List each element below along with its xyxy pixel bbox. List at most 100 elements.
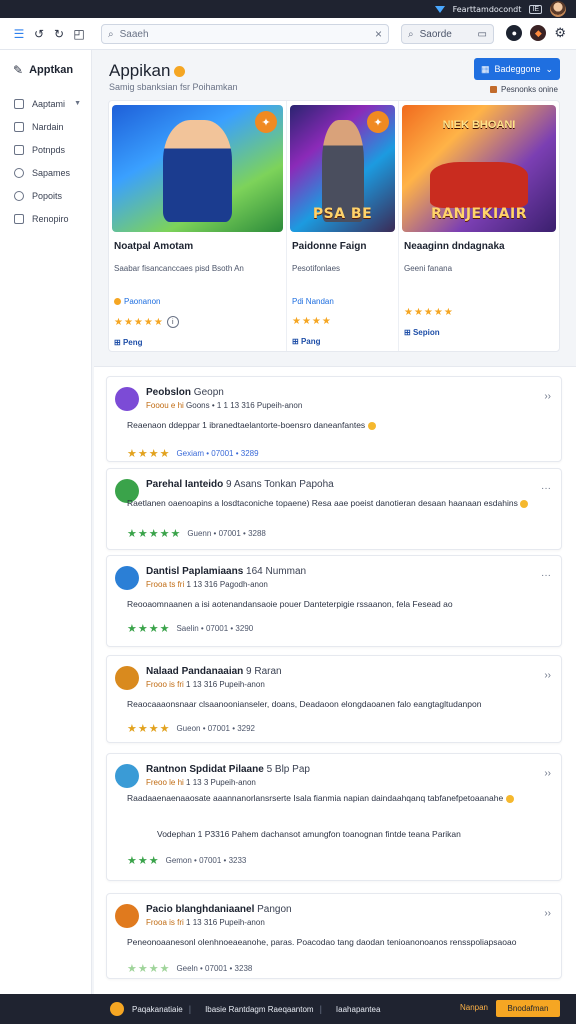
search-icon: ⌕ bbox=[408, 28, 414, 40]
bottom-action-button[interactable]: Bnodafman bbox=[496, 1000, 560, 1017]
card-title: Neaaginn dndagnaka bbox=[404, 241, 505, 252]
review-footer: ★★★★ Gexiam • 07001 • 3289 bbox=[127, 447, 259, 460]
chevron-right-icon[interactable]: ›› bbox=[544, 908, 551, 919]
status-note-text: Pesnonks onine bbox=[501, 85, 558, 94]
gear-icon[interactable]: ⚙ bbox=[554, 25, 566, 41]
review-item[interactable]: Rantnon Spdidat Pilaane 5 Blp Pap Freoo … bbox=[106, 753, 562, 881]
review-meta-b: 1 13 316 Pagodh-anon bbox=[186, 580, 268, 589]
review-author-name: Dantisl Paplamiaans bbox=[146, 566, 244, 577]
tab-icon[interactable]: ◰ bbox=[72, 27, 86, 41]
card-link[interactable]: ⊞ Pang bbox=[290, 337, 395, 346]
featured-cards: ✦ Noatpal Amotam Saabar fisancanccaes pi… bbox=[108, 100, 560, 352]
toolbar: ☰ ↺ ↻ ◰ ⌕ Saaeh × ⌕ Saorde ▭ ● ◆ ⚙ bbox=[0, 18, 576, 50]
featured-card[interactable]: ✦ PSA BE Paidonne Faign Pesotifonlaes Pd… bbox=[287, 101, 399, 351]
sidebar-item-2[interactable]: Potnpds bbox=[0, 138, 91, 161]
status-title: Fearttamdocondt bbox=[452, 4, 522, 14]
card-link-text: Sepion bbox=[412, 328, 440, 337]
review-author-suffix: 5 Blp Pap bbox=[266, 764, 310, 775]
artwork-caption: PSA BE bbox=[312, 206, 373, 222]
sidebar-item-label: Aaptami bbox=[32, 98, 66, 109]
review-footer-text[interactable]: Gemon • 07001 • 3233 bbox=[166, 856, 247, 865]
avatar[interactable] bbox=[115, 666, 139, 690]
chevron-right-icon[interactable]: ›› bbox=[544, 768, 551, 779]
review-item[interactable]: Peobslon Geopn Fooou e hi Goons • 1 1 13… bbox=[106, 376, 562, 462]
game-artwork[interactable]: ✦ PSA BE bbox=[290, 105, 395, 232]
card-description: Geeni fanana bbox=[404, 264, 453, 273]
review-item[interactable]: Dantisl Paplamiaans 164 Numman Frooa ts … bbox=[106, 555, 562, 647]
review-footer-text[interactable]: Gueon • 07001 • 3292 bbox=[176, 724, 255, 733]
sidebar-item-0[interactable]: Aaptami ▼ bbox=[0, 92, 91, 115]
chevron-right-icon[interactable]: ›› bbox=[544, 670, 551, 681]
review-footer-text[interactable]: Guenn • 07001 • 3288 bbox=[187, 529, 266, 538]
menu-icon[interactable]: ☰ bbox=[12, 27, 26, 41]
review-meta: Fooou e hi Goons • 1 1 13 316 Pupeih-ano… bbox=[146, 401, 302, 410]
link-icon: ⊞ bbox=[114, 338, 123, 347]
avatar[interactable] bbox=[115, 566, 139, 590]
review-item[interactable]: Nalaad Pandanaaian 9 Raran Frooo is fri … bbox=[106, 655, 562, 743]
review-meta: Freoo le hi 1 13 3 Pupeih-anon bbox=[146, 778, 256, 787]
avatar[interactable] bbox=[115, 387, 139, 411]
avatar[interactable] bbox=[115, 764, 139, 788]
info-icon[interactable]: i bbox=[166, 316, 179, 328]
featured-card[interactable]: NIEK BHOANI RANJEKIAIR Neaaginn dndagnak… bbox=[399, 101, 559, 351]
bottom-right-text[interactable]: Nanpan bbox=[460, 1003, 488, 1012]
filter-icon[interactable]: ▭ bbox=[478, 29, 487, 40]
review-author-name: Nalaad Pandanaaian bbox=[146, 666, 244, 677]
account-icon[interactable]: ● bbox=[506, 25, 523, 41]
review-meta-a: Frooa is fri bbox=[146, 918, 184, 927]
review-footer-text[interactable]: Geeln • 07001 • 3238 bbox=[176, 964, 252, 973]
review-item[interactable]: Parehal Ianteido 9 Asans Tonkan Papoha R… bbox=[106, 468, 562, 550]
card-rating: ★★★★★ i bbox=[112, 316, 283, 328]
more-options-icon[interactable]: ··· bbox=[541, 483, 551, 494]
notification-icon[interactable]: ◆ bbox=[530, 25, 547, 41]
artwork-title: NIEK BHOANI bbox=[442, 119, 516, 131]
review-author-name: Peobslon bbox=[146, 387, 192, 398]
review-item[interactable]: Pacio blanghdaniaanel Pangon Frooa is fr… bbox=[106, 893, 562, 979]
refresh-icon[interactable]: ↻ bbox=[52, 27, 66, 41]
battery-indicator: IE bbox=[529, 4, 542, 14]
avatar[interactable] bbox=[115, 904, 139, 928]
card-rating: ★★★★★ bbox=[402, 307, 556, 318]
sidebar-item-5[interactable]: Renopiro bbox=[0, 207, 91, 230]
sidebar-brand-label: Apptkan bbox=[29, 64, 74, 76]
star-rating: ★★★★★ bbox=[127, 528, 182, 540]
card-title: Noatpal Amotam bbox=[114, 241, 194, 252]
card-link[interactable]: ⊞ Sepion bbox=[402, 328, 556, 337]
chevron-right-icon[interactable]: ›› bbox=[544, 391, 551, 402]
review-footer-text[interactable]: Gexiam • 07001 • 3289 bbox=[176, 449, 258, 458]
game-artwork[interactable]: ✦ bbox=[112, 105, 283, 232]
clear-icon[interactable]: × bbox=[375, 27, 382, 41]
back-icon[interactable]: ↺ bbox=[32, 27, 46, 41]
sidebar: ✎ Apptkan Aaptami ▼ Nardain Potnpds Sapa… bbox=[0, 50, 92, 994]
search-input[interactable]: ⌕ Saaeh × bbox=[101, 24, 389, 44]
review-author-suffix: 9 Asans Tonkan Papoha bbox=[226, 479, 334, 490]
review-footer: ★★★★ Saelin • 07001 • 3290 bbox=[127, 622, 253, 635]
sidebar-brand[interactable]: ✎ Apptkan bbox=[0, 62, 91, 78]
primary-action-button[interactable]: ▦ Badeggone ⌄ bbox=[474, 58, 560, 80]
featured-card[interactable]: ✦ Noatpal Amotam Saabar fisancanccaes pi… bbox=[109, 101, 287, 351]
sidebar-item-1[interactable]: Nardain bbox=[0, 115, 91, 138]
star-rating: ★★★★ bbox=[127, 448, 171, 460]
review-author-suffix: 9 Raran bbox=[246, 666, 282, 677]
review-author-name: Pacio blanghdaniaanel bbox=[146, 904, 255, 915]
review-meta-b: 1 13 316 Pupeih-anon bbox=[186, 918, 265, 927]
user-avatar[interactable] bbox=[550, 1, 566, 17]
more-options-icon[interactable]: ··· bbox=[541, 570, 551, 581]
sidebar-item-3[interactable]: Sapames bbox=[0, 161, 91, 184]
card-link[interactable]: ⊞ Peng bbox=[112, 338, 283, 347]
review-meta-b: 1 13 3 Pupeih-anon bbox=[186, 778, 256, 787]
review-author-suffix: Pangon bbox=[257, 904, 292, 915]
link-icon: ⊞ bbox=[404, 328, 413, 337]
sidebar-item-4[interactable]: Popoits bbox=[0, 184, 91, 207]
review-footer: ★★★★ Geeln • 07001 • 3238 bbox=[127, 962, 252, 975]
review-author: Parehal Ianteido 9 Asans Tonkan Papoha bbox=[146, 479, 334, 490]
review-body-text: Reaenaon ddeppar 1 ibranedtaelantorte-bo… bbox=[127, 420, 366, 430]
review-body: Reooaomnaanen a isi aotenandansaoie poue… bbox=[127, 599, 453, 609]
review-footer-text[interactable]: Saelin • 07001 • 3290 bbox=[176, 624, 253, 633]
game-artwork[interactable]: NIEK BHOANI RANJEKIAIR bbox=[402, 105, 556, 232]
toolbar-actions: ● ◆ ⚙ bbox=[506, 25, 566, 41]
clock-icon bbox=[14, 167, 24, 178]
review-meta: Frooa ts fri 1 13 316 Pagodh-anon bbox=[146, 580, 268, 589]
bottom-text-1: Paqakanatiaie bbox=[132, 1004, 183, 1014]
secondary-search-input[interactable]: ⌕ Saorde ▭ bbox=[401, 24, 494, 44]
